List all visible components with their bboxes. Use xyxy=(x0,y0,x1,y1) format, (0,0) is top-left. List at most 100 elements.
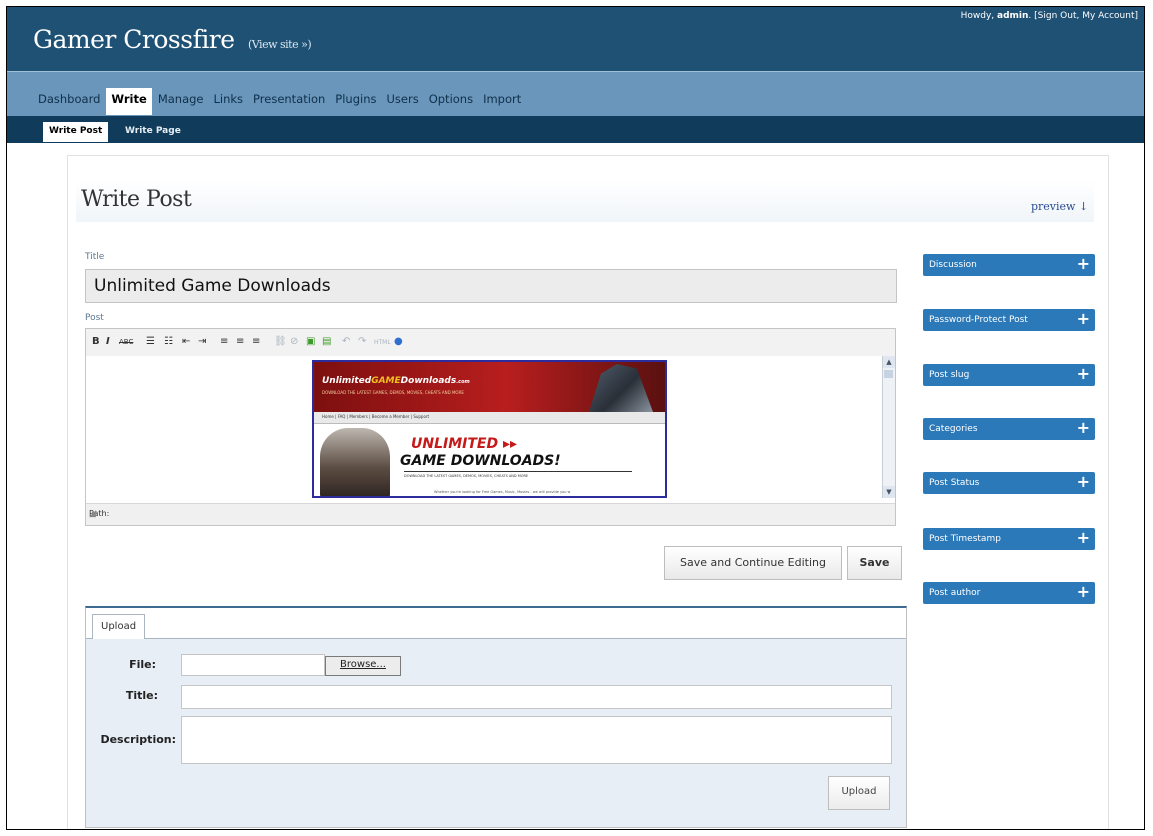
upload-title-label: Title: xyxy=(125,689,158,702)
tab-upload[interactable]: Upload xyxy=(92,614,146,639)
embed-logo-suffix: Downloads xyxy=(400,376,457,386)
scroll-up-icon[interactable]: ▲ xyxy=(883,356,895,368)
embed-logo-tld: .com xyxy=(456,379,470,385)
browse-button[interactable]: Browse... xyxy=(325,656,401,676)
unlink-icon[interactable]: ⊘ xyxy=(290,336,298,347)
image-icon[interactable]: ▣ xyxy=(306,336,315,347)
expand-plus-icon[interactable]: + xyxy=(1077,583,1090,601)
align-center-button[interactable]: ≡ xyxy=(236,336,244,347)
embed-logo-prefix: Unlimited xyxy=(322,376,372,386)
embed-logo-game: GAME xyxy=(371,376,401,386)
html-button[interactable]: HTML xyxy=(374,339,391,346)
subtab-write-page[interactable]: Write Page xyxy=(121,122,185,140)
unordered-list-button[interactable]: ☰ xyxy=(146,336,155,347)
embed-tagline: DOWNLOAD THE LATEST GAMES, DEMOS, MOVIES… xyxy=(322,390,464,395)
ordered-list-button[interactable]: ☷ xyxy=(164,336,173,347)
editor-content-area[interactable]: UnlimitedGAMEDownloads.com DOWNLOAD THE … xyxy=(86,356,892,498)
expand-plus-icon[interactable]: + xyxy=(1077,419,1090,437)
undo-icon[interactable]: ↶ xyxy=(342,336,350,347)
password-protect-box[interactable]: Password-Protect Post + xyxy=(923,309,1095,331)
title-input[interactable]: Unlimited Game Downloads xyxy=(85,269,897,303)
redo-icon[interactable]: ↷ xyxy=(358,336,366,347)
nav-tab-write[interactable]: Write xyxy=(106,88,152,115)
nav-tab-manage[interactable]: Manage xyxy=(154,88,208,115)
nav-tab-dashboard[interactable]: Dashboard xyxy=(34,88,104,115)
post-author-box[interactable]: Post author + xyxy=(923,582,1095,604)
description-label: Description: xyxy=(100,733,176,746)
post-timestamp-box[interactable]: Post Timestamp + xyxy=(923,528,1095,550)
align-left-button[interactable]: ≡ xyxy=(220,336,228,347)
file-label: File: xyxy=(129,658,156,671)
save-continue-button[interactable]: Save and Continue Editing xyxy=(664,546,842,580)
embedded-screenshot-image[interactable]: UnlimitedGAMEDownloads.com DOWNLOAD THE … xyxy=(312,360,667,498)
admin-header: Gamer Crossfire (View site ») Howdy, adm… xyxy=(7,7,1144,71)
content-panel: Write Post preview ↓ Title Unlimited Gam… xyxy=(67,155,1109,829)
user-links[interactable]: [Sign Out, My Account] xyxy=(1034,11,1138,21)
expand-plus-icon[interactable]: + xyxy=(1077,310,1090,328)
editor-path-bar: Path: ◢ xyxy=(86,503,895,525)
help-icon[interactable]: ● xyxy=(394,336,403,347)
post-label: Post xyxy=(85,313,104,323)
align-right-button[interactable]: ≡ xyxy=(252,336,260,347)
embed-small-text-2: Whether you're looking for Free Games, M… xyxy=(434,490,571,494)
editor-scrollbar[interactable]: ▲ ▼ xyxy=(882,356,895,498)
expand-plus-icon[interactable]: + xyxy=(1077,365,1090,383)
post-status-box[interactable]: Post Status + xyxy=(923,472,1095,494)
embed-logo: UnlimitedGAMEDownloads.com xyxy=(322,376,470,386)
strikethrough-button[interactable]: ABC xyxy=(119,338,133,346)
user-bar: Howdy, admin. [Sign Out, My Account] xyxy=(960,11,1138,21)
upload-tab-bar: Upload xyxy=(86,608,906,639)
post-status-label: Post Status xyxy=(929,478,980,488)
post-editor: B I ABC ☰ ☷ ⇤ ⇥ ≡ ≡ ≡ ⛓ ⊘ ▣ ▤ ↶ ↷ HTML ● xyxy=(85,328,896,526)
heading-band xyxy=(76,180,1094,222)
expand-plus-icon[interactable]: + xyxy=(1077,473,1090,491)
categories-label: Categories xyxy=(929,424,978,434)
sub-nav: Write Post Write Page xyxy=(7,116,1144,143)
file-input[interactable] xyxy=(181,654,325,676)
more-icon[interactable]: ▤ xyxy=(322,336,331,347)
post-slug-label: Post slug xyxy=(929,370,970,380)
nav-tab-users[interactable]: Users xyxy=(382,88,422,115)
scroll-thumb[interactable] xyxy=(884,370,893,378)
nav-tab-import[interactable]: Import xyxy=(479,88,525,115)
site-title: Gamer Crossfire (View site ») xyxy=(33,25,312,54)
howdy-text: Howdy, xyxy=(960,11,995,21)
post-author-label: Post author xyxy=(929,588,981,598)
indent-button[interactable]: ⇥ xyxy=(198,336,206,347)
embed-menu: Home | FAQ | Members | Become a Member |… xyxy=(314,412,665,424)
save-button[interactable]: Save xyxy=(847,546,902,580)
discussion-label: Discussion xyxy=(929,260,977,270)
link-icon[interactable]: ⛓ xyxy=(274,336,287,347)
discussion-box[interactable]: Discussion + xyxy=(923,254,1095,276)
embed-robot-graphic xyxy=(589,364,653,412)
outdent-button[interactable]: ⇤ xyxy=(182,336,190,347)
title-label: Title xyxy=(85,252,105,262)
embed-header-banner: UnlimitedGAMEDownloads.com DOWNLOAD THE … xyxy=(314,362,665,412)
password-protect-label: Password-Protect Post xyxy=(929,315,1028,325)
nav-tab-presentation[interactable]: Presentation xyxy=(249,88,329,115)
upload-button[interactable]: Upload xyxy=(828,776,890,810)
site-name: Gamer Crossfire xyxy=(33,25,235,54)
nav-tab-plugins[interactable]: Plugins xyxy=(331,88,380,115)
nav-tab-links[interactable]: Links xyxy=(210,88,248,115)
embed-headline-1: UNLIMITED ▸▸ xyxy=(411,436,518,452)
expand-plus-icon[interactable]: + xyxy=(1077,529,1090,547)
user-name[interactable]: admin xyxy=(997,11,1028,21)
bold-button[interactable]: B xyxy=(92,336,100,347)
preview-link[interactable]: preview ↓ xyxy=(1031,200,1088,213)
post-slug-box[interactable]: Post slug + xyxy=(923,364,1095,386)
upload-box: Upload File: Browse... Title: Descriptio… xyxy=(85,606,907,828)
description-input[interactable] xyxy=(181,716,892,764)
scroll-down-icon[interactable]: ▼ xyxy=(883,486,895,498)
subtab-write-post[interactable]: Write Post xyxy=(43,122,109,142)
page-title: Write Post xyxy=(81,187,192,212)
expand-plus-icon[interactable]: + xyxy=(1077,255,1090,273)
italic-button[interactable]: I xyxy=(106,336,110,347)
nav-tab-options[interactable]: Options xyxy=(425,88,477,115)
upload-title-input[interactable] xyxy=(181,685,892,709)
view-site-link[interactable]: (View site ») xyxy=(248,38,312,51)
main-nav: Dashboard Write Manage Links Presentatio… xyxy=(7,71,1144,117)
post-timestamp-label: Post Timestamp xyxy=(929,534,1001,544)
resize-grip-icon[interactable]: ◢ xyxy=(89,509,893,523)
categories-box[interactable]: Categories + xyxy=(923,418,1095,440)
